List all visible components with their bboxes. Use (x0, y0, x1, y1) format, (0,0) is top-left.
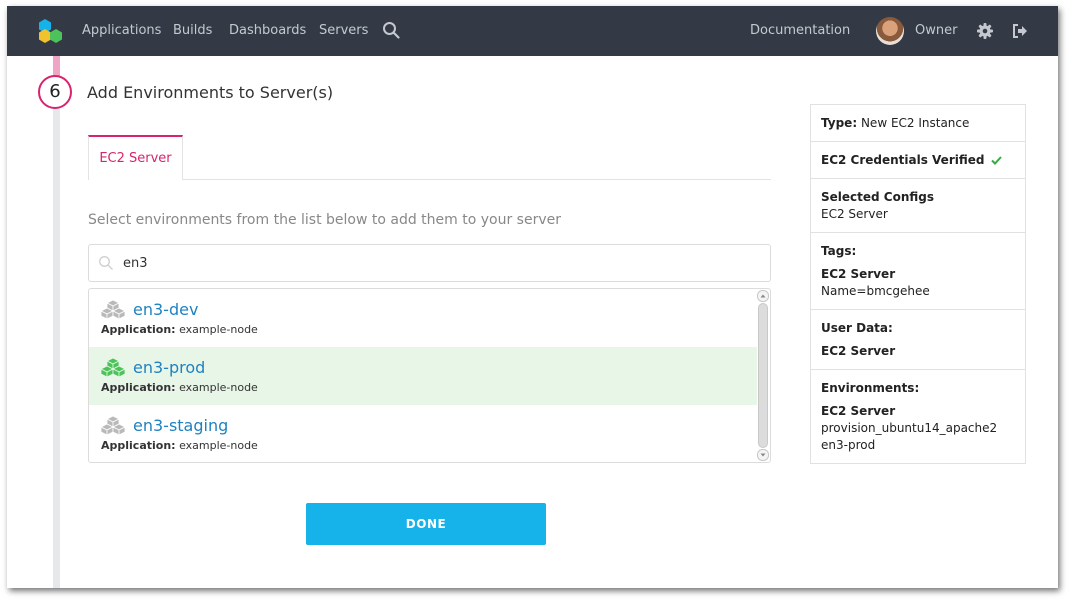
list-item-selected[interactable]: en3-prod Application: example-node (89, 347, 757, 405)
summary-panel: Type: New EC2 Instance EC2 Credentials V… (810, 104, 1026, 464)
scrollbar[interactable] (757, 290, 769, 461)
step-rail (53, 56, 60, 588)
nav-user-name[interactable]: Owner (915, 23, 957, 38)
type-value: New EC2 Instance (860, 116, 970, 130)
nav-applications[interactable]: Applications (82, 23, 161, 38)
application-label: Application: (101, 323, 176, 336)
top-nav: Applications Builds Dashboards Servers D… (7, 6, 1058, 56)
environment-name[interactable]: en3-dev (133, 300, 198, 319)
environment-list[interactable]: en3-dev Application: example-node en3-pr… (88, 288, 771, 463)
type-label: Type: (821, 116, 858, 130)
cubes-icon (101, 416, 125, 436)
application-value: example-node (179, 323, 258, 336)
credentials-status: EC2 Credentials Verified (821, 153, 985, 167)
user-data-label: User Data: (821, 321, 893, 335)
selected-configs-label: Selected Configs (821, 190, 935, 204)
nav-documentation[interactable]: Documentation (750, 23, 850, 38)
scroll-down-icon[interactable] (757, 449, 769, 461)
gear-icon[interactable] (976, 22, 994, 40)
page-title: Add Environments to Server(s) (87, 83, 334, 102)
tab-ec2-server[interactable]: EC2 Server (88, 135, 183, 180)
tabs-divider (88, 179, 771, 180)
done-button[interactable]: DONE (306, 503, 546, 545)
environment-search[interactable] (88, 244, 771, 282)
scroll-thumb[interactable] (758, 303, 768, 448)
environment-value: provision_ubuntu14_apache2 (821, 421, 998, 435)
environment-name[interactable]: en3-staging (133, 416, 228, 435)
summary-user-data: User Data: EC2 Server (811, 309, 1025, 369)
list-item[interactable]: en3-dev Application: example-node (89, 289, 757, 347)
nav-builds[interactable]: Builds (173, 23, 212, 38)
selected-configs-value: EC2 Server (821, 207, 888, 221)
summary-credentials: EC2 Credentials Verified (811, 141, 1025, 178)
logout-icon[interactable] (1011, 22, 1029, 40)
environment-value: en3-prod (821, 438, 876, 452)
cubes-icon (101, 358, 125, 378)
summary-selected-configs: Selected Configs EC2 Server (811, 178, 1025, 232)
summary-tags: Tags: EC2 Server Name=bmcgehee (811, 232, 1025, 309)
environment-name[interactable]: en3-prod (133, 358, 205, 377)
application-label: Application: (101, 381, 176, 394)
environment-application: Application: example-node (101, 439, 258, 452)
user-data-server: EC2 Server (821, 344, 896, 358)
search-icon (99, 256, 113, 270)
summary-type: Type: New EC2 Instance (811, 105, 1025, 141)
nav-dashboards[interactable]: Dashboards (229, 23, 306, 38)
cubes-icon (101, 300, 125, 320)
search-input[interactable] (123, 252, 723, 274)
application-value: example-node (179, 381, 258, 394)
tags-server: EC2 Server (821, 267, 896, 281)
tags-label: Tags: (821, 244, 857, 258)
check-icon (991, 156, 1003, 165)
environment-application: Application: example-node (101, 323, 258, 336)
environments-label: Environments: (821, 381, 920, 395)
tags-value: Name=bmcgehee (821, 284, 930, 298)
application-value: example-node (179, 439, 258, 452)
list-item[interactable]: en3-staging Application: example-node (89, 405, 757, 462)
scroll-up-icon[interactable] (757, 290, 769, 302)
environments-server: EC2 Server (821, 404, 896, 418)
app-window: Applications Builds Dashboards Servers D… (7, 6, 1058, 588)
avatar[interactable] (876, 17, 904, 45)
step-rail-progress (53, 56, 60, 76)
instruction-text: Select environments from the list below … (88, 212, 561, 228)
summary-environments: Environments: EC2 Server provision_ubunt… (811, 369, 1025, 463)
environment-application: Application: example-node (101, 381, 258, 394)
application-label: Application: (101, 439, 176, 452)
nav-servers[interactable]: Servers (319, 23, 368, 38)
app-logo[interactable] (37, 18, 65, 44)
search-icon[interactable] (382, 21, 400, 39)
step-number: 6 (38, 75, 72, 109)
